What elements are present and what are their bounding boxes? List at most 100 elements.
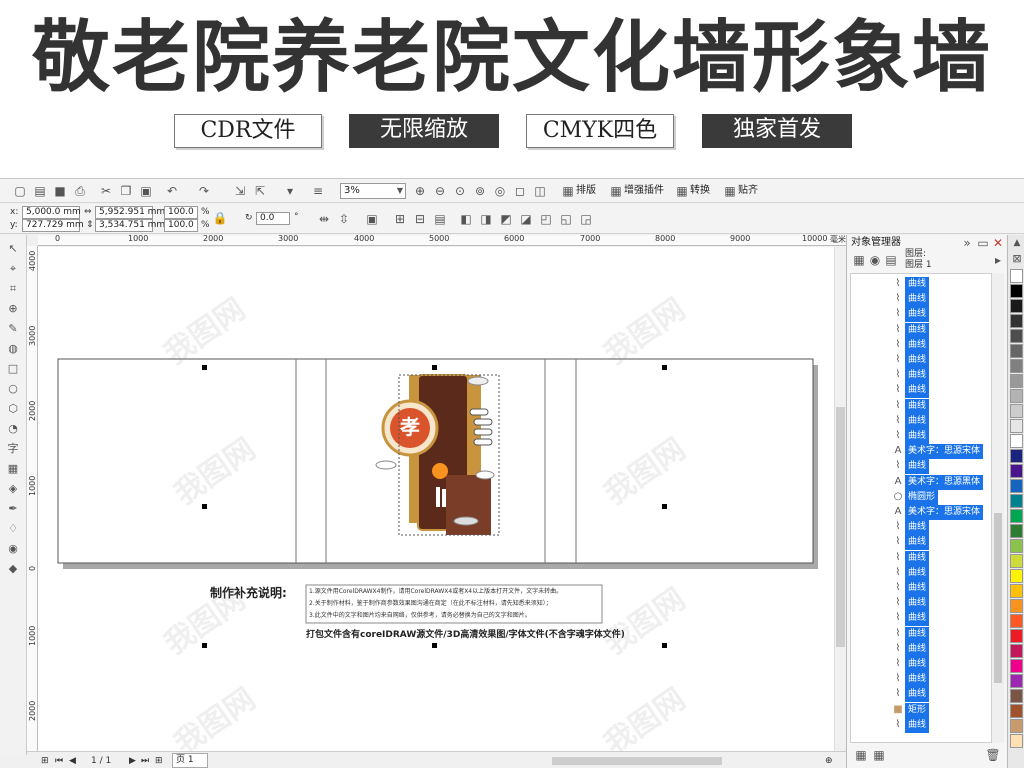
zoom-tool-icon[interactable]: ⊕ bbox=[5, 301, 21, 317]
object-tree-row[interactable]: ⌇ 曲线 bbox=[891, 519, 930, 536]
object-tree-scroll-thumb[interactable] bbox=[994, 513, 1002, 683]
panel-close-icon[interactable]: ✕ bbox=[990, 235, 1006, 251]
interactive-fill-tool-icon[interactable]: ◆ bbox=[5, 561, 21, 577]
object-tree-row[interactable]: ⌇ 曲线 bbox=[891, 686, 930, 703]
last-page-icon[interactable]: ⏭ bbox=[141, 755, 149, 767]
color-swatch[interactable] bbox=[1010, 659, 1023, 673]
object-tree-row[interactable]: ⌇ 曲线 bbox=[891, 671, 930, 688]
color-swatch[interactable] bbox=[1010, 734, 1023, 748]
color-swatch[interactable] bbox=[1010, 689, 1023, 703]
object-tree-row[interactable]: ⌇ 曲线 bbox=[891, 276, 930, 292]
page-tab[interactable]: 页 1 bbox=[172, 753, 208, 768]
polygon-tool-icon[interactable]: ⬡ bbox=[5, 401, 21, 417]
object-tree-row[interactable]: ⌇ 曲线 bbox=[891, 626, 930, 642]
color-swatch[interactable] bbox=[1010, 329, 1023, 343]
vertical-scroll-thumb[interactable] bbox=[836, 407, 845, 647]
table-tool-icon[interactable]: ▦ bbox=[5, 461, 21, 477]
object-tree-row[interactable]: ⌇ 曲线 bbox=[891, 352, 930, 368]
color-swatch[interactable] bbox=[1010, 719, 1023, 733]
color-swatch[interactable] bbox=[1010, 674, 1023, 688]
color-swatch[interactable] bbox=[1010, 599, 1023, 613]
show-properties-icon[interactable]: ▦ bbox=[851, 252, 867, 268]
color-swatch[interactable] bbox=[1010, 404, 1023, 418]
undo-icon[interactable]: ↶ bbox=[164, 183, 180, 199]
object-tree-row[interactable]: ⌇ 曲线 bbox=[891, 641, 930, 657]
prev-page-icon[interactable]: ◀ bbox=[69, 755, 76, 767]
object-tree-row[interactable]: ⌇ 曲线 bbox=[891, 595, 930, 612]
open-folder-icon[interactable]: ▤ bbox=[32, 183, 48, 199]
color-swatch[interactable] bbox=[1010, 539, 1023, 553]
zoom-height-icon[interactable]: ◫ bbox=[532, 183, 548, 199]
delete-icon[interactable]: 🗑 bbox=[985, 747, 1001, 763]
object-tree-row[interactable]: ⌇ 曲线 bbox=[891, 580, 930, 596]
object-tree-row[interactable]: ⌇ 曲线 bbox=[891, 413, 930, 429]
zoom-out-icon[interactable]: ⊖ bbox=[432, 183, 448, 199]
app-launcher-icon[interactable]: ≡ bbox=[310, 183, 326, 199]
color-swatch[interactable] bbox=[1010, 584, 1023, 598]
object-tree-row[interactable]: ⌇ 曲线 bbox=[891, 610, 930, 627]
scale-height-field[interactable]: 100.0 bbox=[164, 219, 198, 232]
arrange-icon[interactable]: ▦ bbox=[560, 183, 576, 199]
add-page-end-icon[interactable]: ⊞ bbox=[155, 755, 163, 767]
object-width-field[interactable]: 5,952.951 mm bbox=[95, 206, 165, 219]
export-icon[interactable]: ⇱ bbox=[252, 183, 268, 199]
color-swatch[interactable] bbox=[1010, 494, 1023, 508]
zoom-width-icon[interactable]: ◻ bbox=[512, 183, 528, 199]
new-document-icon[interactable]: ▢ bbox=[12, 183, 28, 199]
color-swatch[interactable] bbox=[1010, 554, 1023, 568]
plugin-icon[interactable]: ▦ bbox=[608, 183, 624, 199]
weld-icon[interactable]: ◧ bbox=[458, 211, 474, 227]
front-minus-back-icon[interactable]: ◰ bbox=[538, 211, 554, 227]
object-tree-row[interactable]: ⌇ 曲线 bbox=[891, 306, 930, 323]
convert-button[interactable]: 转换 bbox=[690, 184, 710, 198]
publish-pdf-icon[interactable]: ▾ bbox=[282, 183, 298, 199]
ungroup-all-icon[interactable]: ⊟ bbox=[412, 211, 428, 227]
color-swatch[interactable] bbox=[1010, 374, 1023, 388]
snap-icon[interactable]: ▦ bbox=[722, 183, 738, 199]
color-swatch[interactable] bbox=[1010, 359, 1023, 373]
color-swatch[interactable] bbox=[1010, 464, 1023, 478]
object-tree-row[interactable]: A 美术字：思源宋体 bbox=[891, 504, 984, 520]
color-swatch[interactable] bbox=[1010, 644, 1023, 658]
object-tree-row[interactable]: ⌇ 曲线 bbox=[891, 534, 930, 551]
copy-icon[interactable]: ❐ bbox=[118, 183, 134, 199]
color-swatch[interactable] bbox=[1010, 704, 1023, 718]
object-tree-row[interactable]: ⌇ 曲线 bbox=[891, 656, 930, 672]
freehand-tool-icon[interactable]: ✎ bbox=[5, 321, 21, 337]
object-tree-row[interactable]: ⌇ 曲线 bbox=[891, 565, 930, 581]
color-swatch[interactable] bbox=[1010, 344, 1023, 358]
object-tree-row[interactable]: ⌇ 曲线 bbox=[891, 337, 930, 353]
cut-icon[interactable]: ✂ bbox=[98, 183, 114, 199]
vertical-scrollbar[interactable] bbox=[834, 247, 845, 752]
zoom-page-icon[interactable]: ◎ bbox=[492, 183, 508, 199]
object-tree-row[interactable]: ■ 矩形 bbox=[891, 702, 930, 718]
simplify-icon[interactable]: ◪ bbox=[518, 211, 534, 227]
object-tree-scrollbar[interactable] bbox=[992, 273, 1004, 743]
edit-across-layers-icon[interactable]: ◉ bbox=[867, 252, 883, 268]
outline-pen-icon[interactable]: ♢ bbox=[5, 521, 21, 537]
object-tree[interactable]: ⌇ 曲线 ⌇ 曲线 ⌇ 曲线 ⌇ 曲线 ⌇ 曲线 ⌇ 曲线 ⌇ 曲线 ⌇ 曲线 ⌇ 曲线 ⌇ 曲线 ⌇ 曲线 A 美术字：思源… bbox=[850, 273, 992, 743]
basic-shapes-icon[interactable]: ◔ bbox=[5, 421, 21, 437]
object-tree-row[interactable]: ⌇ 曲线 bbox=[891, 367, 930, 384]
color-swatch[interactable] bbox=[1010, 314, 1023, 328]
snap-button[interactable]: 贴齐 bbox=[738, 184, 758, 198]
color-swatch[interactable] bbox=[1010, 524, 1023, 538]
smart-fill-icon[interactable]: ◍ bbox=[5, 341, 21, 357]
y-position-field[interactable]: 727.729 mm bbox=[22, 219, 84, 232]
object-tree-row[interactable]: ⌇ 曲线 bbox=[891, 398, 930, 414]
color-swatch[interactable] bbox=[1010, 434, 1023, 448]
convert-icon[interactable]: ▦ bbox=[674, 183, 690, 199]
object-tree-row[interactable]: ⌇ 曲线 bbox=[891, 458, 930, 475]
object-tree-row[interactable]: ⌇ 曲线 bbox=[891, 550, 930, 566]
color-swatch[interactable] bbox=[1010, 389, 1023, 403]
vertical-ruler[interactable]: 4000 3000 2000 1000 0 1000 2000 bbox=[27, 246, 38, 751]
intersect-icon[interactable]: ◩ bbox=[498, 211, 514, 227]
object-tree-row[interactable]: ⌇ 曲线 bbox=[891, 322, 930, 338]
first-page-icon[interactable]: ⏮ bbox=[55, 755, 63, 767]
object-tree-row[interactable]: ⌇ 曲线 bbox=[891, 291, 930, 308]
add-page-icon[interactable]: ⊞ bbox=[41, 755, 49, 767]
color-swatch[interactable] bbox=[1010, 299, 1023, 313]
new-master-layer-icon[interactable]: ▦ bbox=[871, 747, 887, 763]
interactive-fill-icon[interactable]: ◈ bbox=[5, 481, 21, 497]
color-swatch[interactable] bbox=[1010, 569, 1023, 583]
